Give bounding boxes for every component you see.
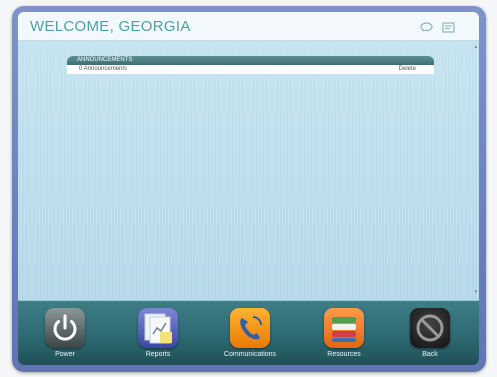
announcement-count: 0 Announcements (79, 66, 128, 72)
back-icon (410, 308, 450, 348)
page-icon[interactable] (442, 20, 455, 33)
announcements-panel: ANNOUNCEMENTS 0 Announcements Delete (67, 56, 434, 74)
power-icon (45, 308, 85, 348)
resources-label: Resources (327, 351, 361, 358)
delete-link[interactable]: Delete (399, 65, 416, 74)
power-button[interactable]: Power (35, 308, 95, 358)
communications-button[interactable]: Communications (220, 308, 280, 358)
bottom-dock: Power Reports Communications Resources B… (18, 300, 479, 365)
announcements-header: ANNOUNCEMENTS (67, 56, 434, 65)
chat-icon[interactable] (420, 20, 433, 32)
scrollbar[interactable] (471, 44, 477, 297)
app-screen: WELCOME, GEORGIA ANNOUNCEMENTS 0 Announc… (18, 12, 479, 365)
reports-label: Reports (145, 351, 171, 358)
resources-button[interactable]: Resources (314, 308, 374, 358)
communications-label: Communications (223, 351, 277, 358)
power-label: Power (55, 351, 75, 358)
scroll-down-arrow[interactable]: ▾ (474, 289, 477, 295)
back-button[interactable]: Back (400, 308, 460, 358)
back-label: Back (422, 351, 438, 358)
phone-icon (230, 308, 270, 348)
announcement-row: 0 Announcements Delete (67, 65, 434, 74)
reports-button[interactable]: Reports (128, 308, 188, 358)
page-title: WELCOME, GEORGIA (30, 18, 191, 35)
reports-icon (138, 308, 178, 348)
app-header: WELCOME, GEORGIA (18, 12, 479, 41)
books-icon (324, 308, 364, 348)
